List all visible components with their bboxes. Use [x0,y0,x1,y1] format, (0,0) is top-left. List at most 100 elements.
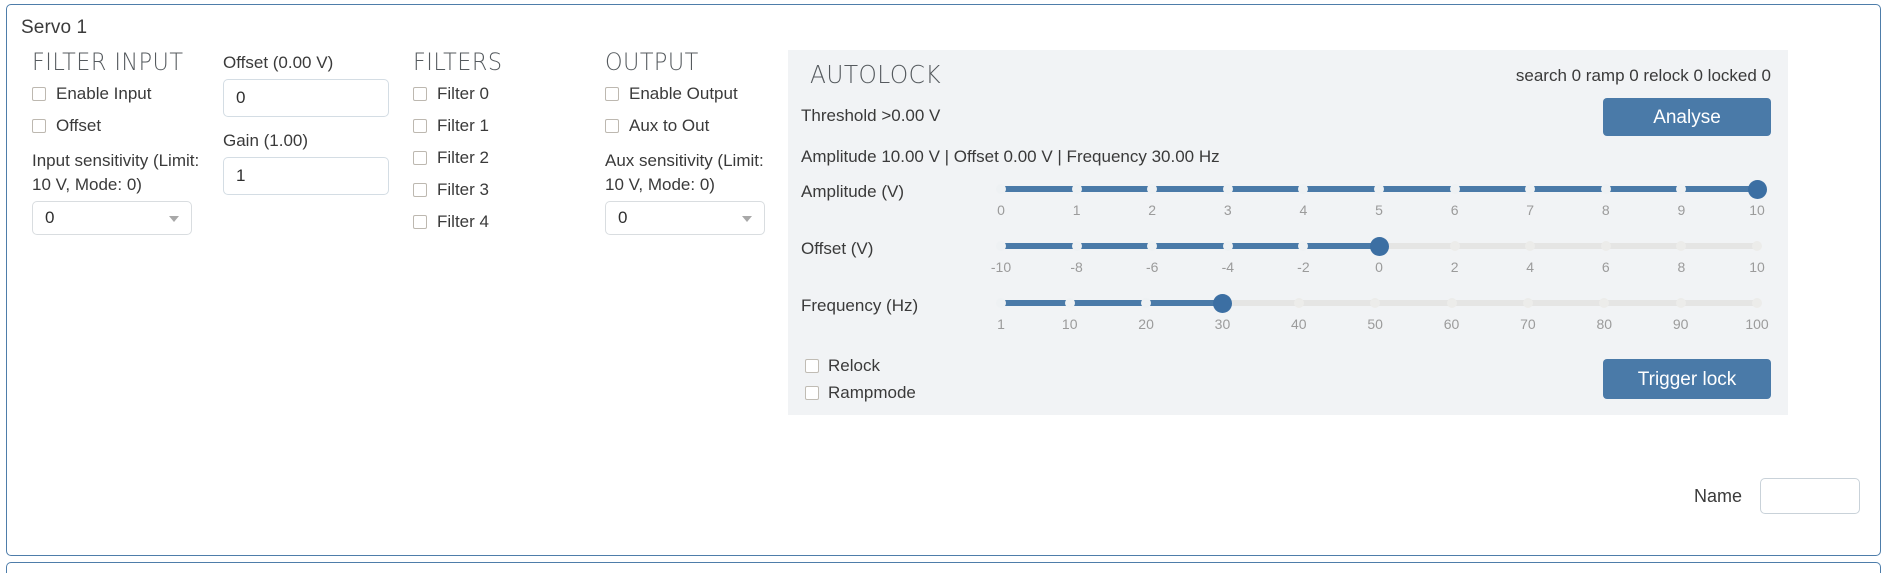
autolock-summary: Amplitude 10.00 V | Offset 0.00 V | Freq… [801,147,1220,166]
slider-tick-dot [1752,298,1762,308]
output-column: OUTPUT Enable Output Aux to Out Aux sens… [605,49,785,235]
slider-tick-label: 100 [1745,316,1769,332]
enable-output-label: Enable Output [629,84,738,103]
slider-tick-dot [1446,298,1457,308]
aux-sensitivity-select[interactable]: 0 [605,201,765,235]
checkbox-icon[interactable] [605,119,619,133]
frequency-slider-row: Frequency (Hz) 1 10 20 30 40 50 60 70 80 90 100 [801,290,1776,342]
input-offset-checkbox-row[interactable]: Offset [32,117,207,135]
slider-tick-dot [996,298,1006,308]
slider-handle[interactable] [1747,180,1767,199]
servo-control-screen: Servo 1 FILTER INPUT Enable Input Offset… [0,0,1885,573]
checkbox-icon[interactable] [413,119,427,133]
slider-tick-label: 0 [997,202,1005,218]
autolock-status: search 0 ramp 0 relock 0 locked 0 [1515,66,1771,85]
checkbox-icon[interactable] [32,87,46,101]
slider-tick-dot [1600,241,1611,251]
slider-tick-dot [1676,184,1687,194]
checkbox-icon[interactable] [413,87,427,101]
input-sensitivity-value: 0 [45,208,55,227]
frequency-slider[interactable]: 1 10 20 30 40 50 60 70 80 90 100 [996,290,1769,342]
slider-tick-dot [1676,241,1687,251]
slider-tick-label: 6 [1601,259,1610,275]
slider-tick-dot [1522,298,1533,308]
filter-2-checkbox-row[interactable]: Filter 2 [413,149,593,167]
checkbox-icon[interactable] [413,151,427,165]
slider-tick-label: 10 [1749,202,1765,218]
slider-tick-dot [1525,241,1536,251]
checkbox-icon[interactable] [32,119,46,133]
page-title: Servo 1 [21,17,88,38]
slider-tick-label: 1 [997,316,1005,332]
input-sensitivity-select[interactable]: 0 [32,201,192,235]
slider-handle[interactable] [1369,237,1389,256]
checkbox-icon[interactable] [413,215,427,229]
amplitude-slider-row: Amplitude (V) 0 1 2 3 4 5 6 7 8 9 10 [801,176,1776,228]
amplitude-slider[interactable]: 0 1 2 3 4 5 6 7 8 9 10 [996,176,1767,228]
slider-tick-label: 9 [1677,202,1686,218]
slider-tick-label: 4 [1299,202,1308,218]
slider-tick-label: -2 [1297,259,1310,275]
input-offset-label: Offset [56,116,102,135]
slider-tick-label: 2 [1450,259,1459,275]
filters-heading: FILTERS [413,48,503,76]
slider-tick-label: 8 [1677,259,1686,275]
slider-tick-label: 0 [1375,259,1383,275]
slider-tick-dot [1071,184,1082,194]
slider-tick-label: 40 [1291,316,1307,332]
aux-to-out-label: Aux to Out [629,116,710,135]
slider-tick-label: 60 [1443,316,1460,332]
analyse-button[interactable]: Analyse [1603,98,1771,136]
filter-4-label: Filter 4 [437,212,489,231]
slider-tick-dot [996,241,1006,251]
enable-input-label: Enable Input [56,84,152,103]
slider-tick-label: -4 [1221,259,1235,275]
input-sensitivity-label: Input sensitivity (Limit: 10 V, Mode: 0) [32,151,200,194]
offset-slider[interactable]: -10 -8 -6 -4 -2 0 2 4 6 8 10 [991,233,1765,285]
slider-tick-label: 2 [1148,202,1157,218]
slider-tick-dot [1675,298,1686,308]
filter-0-label: Filter 0 [437,84,489,103]
aux-to-out-checkbox-row[interactable]: Aux to Out [605,117,785,135]
slider-fill [1001,243,1379,249]
offset-input[interactable] [223,79,389,117]
filter-3-checkbox-row[interactable]: Filter 3 [413,181,593,199]
gain-input[interactable] [223,157,389,195]
relock-checkbox-row[interactable]: Relock [805,357,880,375]
output-heading: OUTPUT [605,48,699,76]
slider-tick-label: 3 [1223,202,1232,218]
slider-tick-dot [1293,298,1304,308]
slider-tick-dot [1525,184,1536,194]
offset-field-label: Offset (0.00 V) [223,53,334,72]
chevron-down-icon[interactable] [742,216,752,222]
checkbox-icon[interactable] [805,359,819,373]
checkbox-icon[interactable] [605,87,619,101]
gain-field-label: Gain (1.00) [223,131,309,150]
slider-tick-label: 30 [1214,316,1231,332]
slider-tick-label: 20 [1138,316,1154,332]
filter-0-checkbox-row[interactable]: Filter 0 [413,85,593,103]
next-panel-strip [6,562,1881,573]
slider-tick-dot [1222,184,1233,194]
slider-tick-label: 10 [1061,316,1078,332]
slider-tick-label: 6 [1450,202,1459,218]
enable-input-checkbox-row[interactable]: Enable Input [32,85,207,103]
filter-4-checkbox-row[interactable]: Filter 4 [413,213,593,231]
rampmode-checkbox-row[interactable]: Rampmode [805,384,916,402]
enable-output-checkbox-row[interactable]: Enable Output [605,85,785,103]
filters-column: FILTERS Filter 0 Filter 1 Filter 2 Filte… [413,49,593,245]
slider-tick-dot [1449,184,1460,194]
slider-tick-dot [1599,298,1610,308]
trigger-lock-button[interactable]: Trigger lock [1603,359,1771,399]
slider-tick-dot [1449,241,1460,251]
filter-1-checkbox-row[interactable]: Filter 1 [413,117,593,135]
offset-gain-column: Offset (0.00 V) Gain (1.00) [223,49,403,195]
name-input[interactable] [1760,478,1860,514]
checkbox-icon[interactable] [413,183,427,197]
slider-tick-label: 4 [1526,259,1535,275]
checkbox-icon[interactable] [805,386,819,400]
slider-tick-dot [996,184,1006,194]
chevron-down-icon[interactable] [169,216,179,222]
slider-tick-label: 7 [1526,202,1535,218]
slider-handle[interactable] [1212,294,1232,313]
